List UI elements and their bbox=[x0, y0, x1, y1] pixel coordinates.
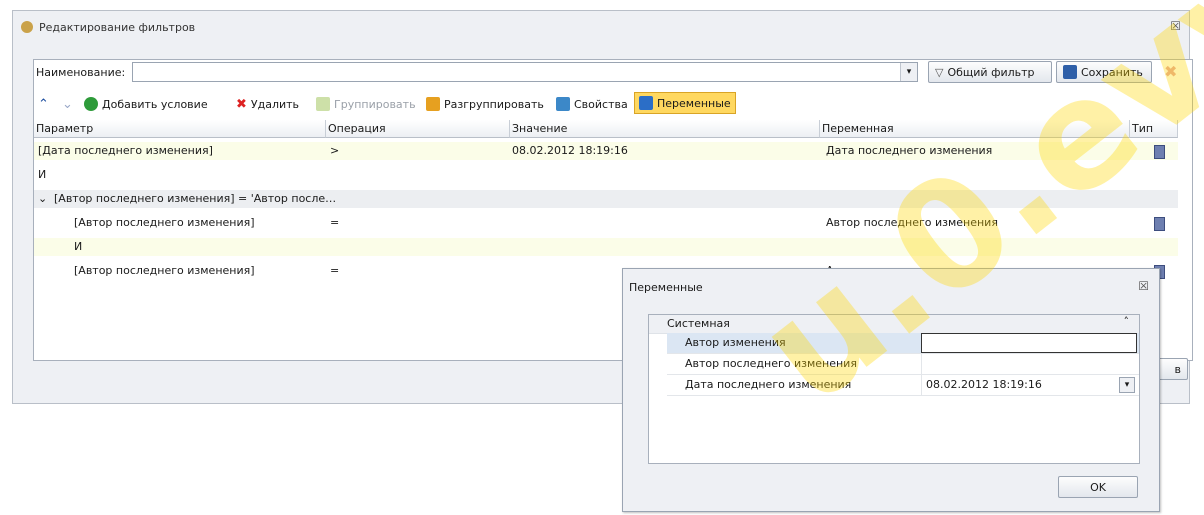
cell-variable: Автор последнего изменения bbox=[826, 216, 998, 229]
cell-param: [Дата последнего изменения] bbox=[38, 144, 213, 157]
cell-variable: Дата последнего изменения bbox=[826, 144, 993, 157]
expand-icon[interactable]: ⌄ bbox=[38, 190, 47, 208]
column-header-variable[interactable]: Переменная bbox=[820, 120, 1130, 138]
variables-icon bbox=[639, 96, 653, 110]
table-row[interactable]: И bbox=[34, 166, 1178, 184]
table-row[interactable]: И bbox=[34, 238, 1178, 256]
column-header-type[interactable]: Тип bbox=[1130, 120, 1178, 138]
move-up-button[interactable]: ⌃ bbox=[38, 94, 49, 114]
cell-operation: = bbox=[330, 264, 340, 277]
popup-title: Переменные bbox=[629, 281, 703, 294]
variables-toggle-button[interactable]: Переменные bbox=[634, 92, 736, 114]
property-label: Дата последнего изменения bbox=[685, 378, 852, 391]
property-row[interactable]: Автор изменения bbox=[667, 333, 1139, 354]
properties-icon bbox=[556, 97, 570, 111]
cell-param: И bbox=[38, 168, 47, 181]
category-row[interactable]: Системная ˄ bbox=[649, 315, 1139, 334]
delete-button[interactable]: ✖ Удалить bbox=[236, 94, 299, 114]
column-header-operation[interactable]: Операция bbox=[326, 120, 510, 138]
move-down-button[interactable]: ⌄ bbox=[62, 94, 73, 114]
common-filter-button[interactable]: ▽ Общий фильтр bbox=[928, 61, 1052, 83]
category-label: Системная bbox=[667, 317, 730, 330]
delete-icon: ✖ bbox=[236, 96, 247, 112]
close-icon[interactable]: ☒ bbox=[1138, 279, 1149, 293]
table-row[interactable]: [Автор последнего изменения] = Автор после… bbox=[34, 214, 1178, 232]
cell-param: И bbox=[74, 240, 83, 253]
column-header-value[interactable]: Значение bbox=[510, 120, 820, 138]
cell-param: [Автор последнего изменения] bbox=[74, 264, 255, 277]
table-row[interactable]: [Дата последнего изменения] >08.02.2012 1… bbox=[34, 142, 1178, 160]
property-row[interactable]: Автор последнего изменения bbox=[667, 354, 1139, 375]
save-icon bbox=[1063, 65, 1077, 79]
dropdown-arrow-icon[interactable]: ▾ bbox=[1119, 377, 1135, 393]
ok-button[interactable]: OK bbox=[1058, 476, 1138, 498]
table-row[interactable]: ⌄ [Автор последнего изменения] = 'Автор п… bbox=[34, 190, 1178, 208]
plus-icon bbox=[84, 97, 98, 111]
save-button[interactable]: Сохранить bbox=[1056, 61, 1152, 83]
cell-operation: = bbox=[330, 216, 340, 229]
properties-button[interactable]: Свойства bbox=[556, 94, 628, 114]
type-icon[interactable] bbox=[1154, 145, 1165, 159]
name-input[interactable]: ▾ bbox=[132, 62, 918, 82]
property-row[interactable]: Дата последнего изменения 08.02.2012 18:1… bbox=[667, 375, 1139, 396]
property-label: Автор изменения bbox=[685, 336, 786, 349]
add-condition-button[interactable]: Добавить условие bbox=[84, 94, 208, 114]
property-label: Автор последнего изменения bbox=[685, 357, 857, 370]
app-icon bbox=[21, 21, 33, 33]
ungroup-button[interactable]: Разгруппировать bbox=[426, 94, 544, 114]
group-icon bbox=[316, 97, 330, 111]
close-icon[interactable]: ☒ bbox=[1170, 19, 1181, 33]
filter-icon: ▽ bbox=[935, 65, 944, 79]
property-value[interactable]: 08.02.2012 18:19:16 bbox=[921, 375, 1137, 395]
cell-param: [Автор последнего изменения] = 'Автор по… bbox=[54, 192, 337, 205]
collapse-icon[interactable]: ˄ bbox=[1124, 315, 1130, 328]
type-icon[interactable] bbox=[1154, 217, 1165, 231]
ungroup-icon bbox=[426, 97, 440, 111]
group-button[interactable]: Группировать bbox=[316, 94, 416, 114]
cell-param: [Автор последнего изменения] bbox=[74, 216, 255, 229]
name-label: Наименование: bbox=[36, 66, 126, 79]
column-header-param[interactable]: Параметр bbox=[34, 120, 326, 138]
chevron-up-icon: ⌃ bbox=[38, 96, 49, 112]
property-grid: Системная ˄ Автор изменения Автор последн… bbox=[648, 314, 1140, 464]
cell-operation: > bbox=[330, 144, 340, 157]
window-title: Редактирование фильтров bbox=[39, 21, 196, 34]
property-value[interactable] bbox=[921, 354, 1137, 374]
cancel-disabled-icon: ✖ bbox=[1164, 62, 1178, 81]
chevron-down-icon: ⌄ bbox=[62, 96, 73, 112]
property-value[interactable] bbox=[921, 333, 1137, 353]
dropdown-arrow-icon[interactable]: ▾ bbox=[900, 63, 917, 81]
cell-value: 08.02.2012 18:19:16 bbox=[512, 144, 628, 157]
